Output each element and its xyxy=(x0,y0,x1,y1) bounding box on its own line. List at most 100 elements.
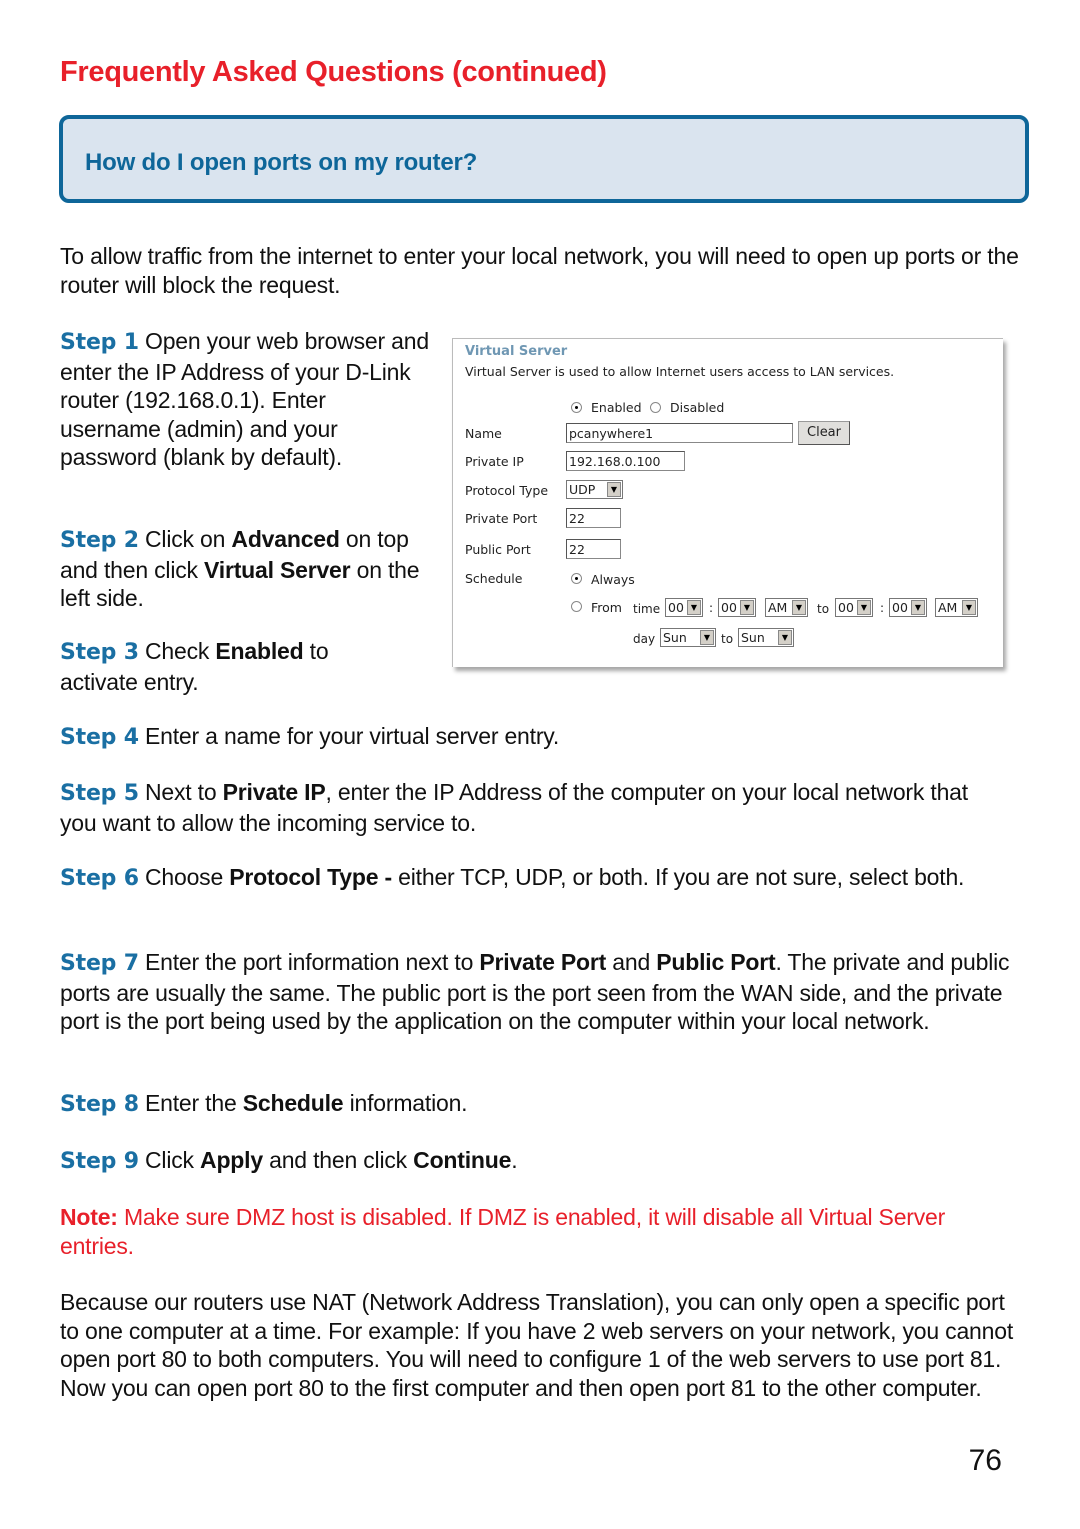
start-day-value: Sun xyxy=(663,630,687,645)
step-label: Step 9 xyxy=(60,1149,139,1174)
start-hour-select[interactable]: 00 ▼ xyxy=(665,598,703,617)
step-text: either TCP, UDP, or both. If you are not… xyxy=(391,864,965,890)
protocol-type-value: UDP xyxy=(569,482,596,497)
note-paragraph: Note: Make sure DMZ host is disabled. If… xyxy=(60,1203,1020,1260)
time-colon: : xyxy=(709,601,714,615)
end-minute-select[interactable]: 00 ▼ xyxy=(889,598,927,617)
always-label: Always xyxy=(591,572,635,587)
step-text: . xyxy=(511,1147,518,1173)
end-minute-value: 00 xyxy=(892,600,908,615)
chevron-down-icon[interactable]: ▼ xyxy=(962,600,976,615)
protocol-type-select[interactable]: UDP ▼ xyxy=(566,480,623,499)
chevron-down-icon[interactable]: ▼ xyxy=(687,600,701,615)
step-emphasis: Virtual Server xyxy=(204,556,351,583)
step-label: Step 3 xyxy=(60,640,139,665)
enabled-radio[interactable] xyxy=(571,402,582,413)
start-ampm-select[interactable]: AM ▼ xyxy=(765,598,808,617)
step-emphasis: Private Port xyxy=(479,949,607,975)
protocol-type-label: Protocol Type xyxy=(465,483,549,498)
end-hour-select[interactable]: 00 ▼ xyxy=(835,598,873,617)
step-1: Step 1 Open your web browser and enter t… xyxy=(60,327,430,472)
step-text: Click on xyxy=(138,526,232,552)
time-colon-2: : xyxy=(880,601,885,615)
step-label: Step 7 xyxy=(60,951,139,976)
time-label: time xyxy=(633,602,661,616)
step-3: Step 3 Check Enabled to activate entry. xyxy=(60,637,390,696)
always-radio[interactable] xyxy=(571,573,582,584)
step-text: Enter a name for your virtual server ent… xyxy=(138,723,560,749)
chevron-down-icon[interactable]: ▼ xyxy=(778,630,792,645)
end-ampm-value: AM xyxy=(938,600,958,615)
page-title: Frequently Asked Questions (continued) xyxy=(60,56,607,88)
chevron-down-icon[interactable]: ▼ xyxy=(700,630,714,645)
chevron-down-icon[interactable]: ▼ xyxy=(911,600,925,615)
step-8: Step 8 Enter the Schedule information. xyxy=(60,1089,1025,1120)
note-label: Note: xyxy=(60,1204,118,1230)
step-6: Step 6 Choose Protocol Type - either TCP… xyxy=(60,863,1025,894)
step-5: Step 5 Next to Private IP, enter the IP … xyxy=(60,778,990,837)
private-ip-label: Private IP xyxy=(465,454,524,469)
step-text: Next to xyxy=(138,779,223,805)
schedule-label: Schedule xyxy=(465,571,523,586)
from-radio[interactable] xyxy=(571,601,582,612)
note-text: Make sure DMZ host is disabled. If DMZ i… xyxy=(60,1204,946,1259)
clear-button[interactable]: Clear xyxy=(798,421,850,445)
private-port-input[interactable]: 22 xyxy=(566,508,621,528)
time-to-label: to xyxy=(817,602,830,616)
step-emphasis: Private IP xyxy=(222,779,326,805)
step-emphasis: Apply xyxy=(200,1147,263,1173)
step-emphasis: Continue xyxy=(413,1147,512,1173)
public-port-label: Public Port xyxy=(465,542,531,557)
step-text: Enter the xyxy=(138,1090,243,1116)
name-input[interactable]: pcanywhere1 xyxy=(566,423,793,443)
chevron-down-icon[interactable]: ▼ xyxy=(607,482,621,497)
step-text: Click xyxy=(138,1147,201,1173)
vs-heading: Virtual Server xyxy=(465,344,568,359)
day-to-label: to xyxy=(721,632,734,646)
step-label: Step 8 xyxy=(60,1092,139,1117)
disabled-label: Disabled xyxy=(670,400,725,415)
enabled-label: Enabled xyxy=(591,400,642,415)
step-label: Step 1 xyxy=(60,330,139,355)
end-day-select[interactable]: Sun ▼ xyxy=(738,628,794,647)
private-port-label: Private Port xyxy=(465,511,538,526)
step-emphasis: Enabled xyxy=(215,638,304,664)
question-box: How do I open ports on my router? xyxy=(59,115,1029,203)
step-emphasis: Advanced xyxy=(231,526,340,552)
end-hour-value: 00 xyxy=(838,600,854,615)
step-label: Step 6 xyxy=(60,866,139,891)
step-4: Step 4 Enter a name for your virtual ser… xyxy=(60,722,1025,753)
step-text: and then click xyxy=(262,1147,414,1173)
chevron-down-icon[interactable]: ▼ xyxy=(792,600,806,615)
day-label: day xyxy=(633,632,656,646)
step-7: Step 7 Enter the port information next t… xyxy=(60,948,1025,1036)
step-2: Step 2 Click on Advanced on top and then… xyxy=(60,525,430,613)
start-minute-value: 00 xyxy=(721,600,737,615)
start-ampm-value: AM xyxy=(768,600,788,615)
step-label: Step 2 xyxy=(60,528,139,553)
closing-paragraph: Because our routers use NAT (Network Add… xyxy=(60,1289,1014,1401)
virtual-server-screenshot: Virtual Server Virtual Server is used to… xyxy=(452,338,1003,667)
step-emphasis: Public Port xyxy=(656,949,776,975)
step-text: Check xyxy=(138,638,216,664)
step-9: Step 9 Click Apply and then click Contin… xyxy=(60,1146,1025,1177)
step-emphasis: Schedule xyxy=(242,1090,344,1116)
step-text: information. xyxy=(343,1090,468,1116)
step-label: Step 4 xyxy=(60,725,139,750)
step-label: Step 5 xyxy=(60,781,139,806)
chevron-down-icon[interactable]: ▼ xyxy=(857,600,871,615)
disabled-radio[interactable] xyxy=(650,402,661,413)
end-day-value: Sun xyxy=(741,630,765,645)
start-day-select[interactable]: Sun ▼ xyxy=(660,628,716,647)
intro-paragraph: To allow traffic from the internet to en… xyxy=(60,243,1019,298)
vs-description: Virtual Server is used to allow Internet… xyxy=(465,364,895,379)
private-ip-input[interactable]: 192.168.0.100 xyxy=(566,451,685,471)
name-label: Name xyxy=(465,426,502,441)
question-heading: How do I open ports on my router? xyxy=(85,149,478,176)
public-port-input[interactable]: 22 xyxy=(566,539,621,559)
step-text: and xyxy=(606,949,657,975)
step-text: Enter the port information next to xyxy=(138,949,480,975)
chevron-down-icon[interactable]: ▼ xyxy=(740,600,754,615)
start-minute-select[interactable]: 00 ▼ xyxy=(718,598,756,617)
end-ampm-select[interactable]: AM ▼ xyxy=(935,598,978,617)
